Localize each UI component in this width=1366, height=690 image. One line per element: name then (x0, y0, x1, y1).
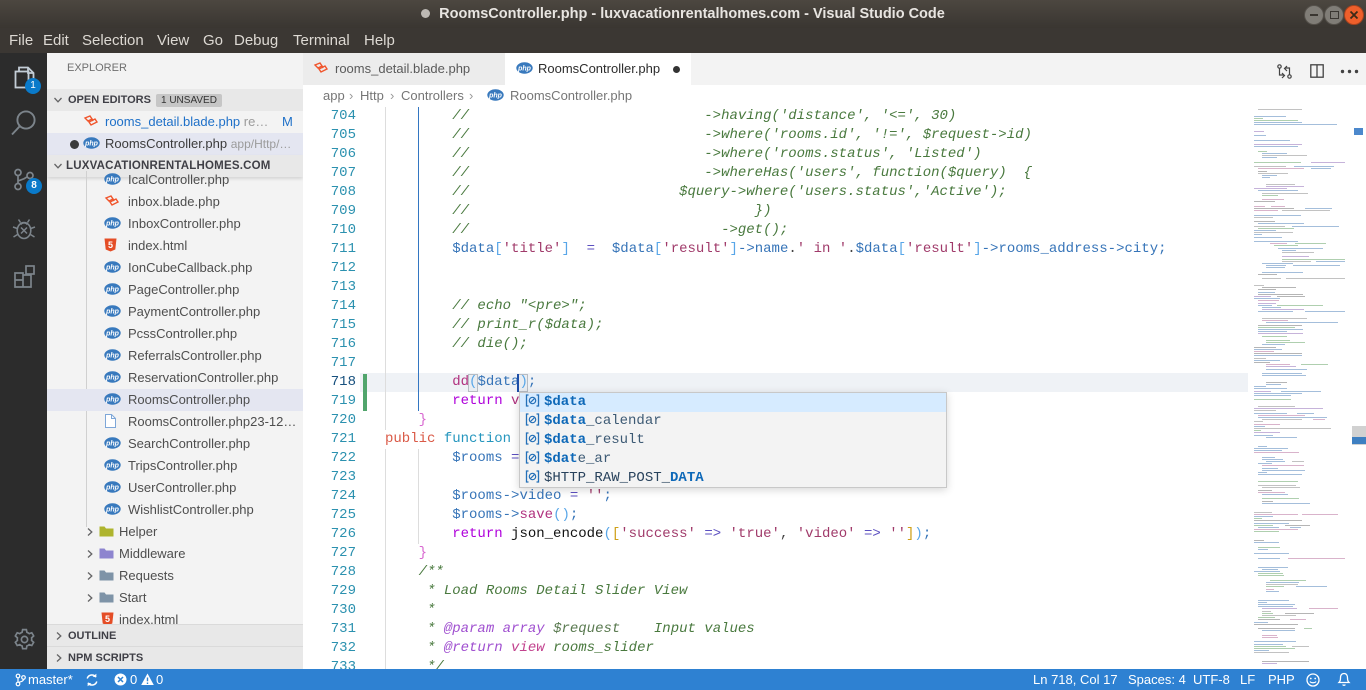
svg-text:php: php (105, 177, 120, 184)
svg-text:php: php (105, 287, 120, 294)
svg-text:php: php (105, 353, 120, 360)
svg-text:php: php (105, 331, 120, 338)
svg-text:5: 5 (108, 240, 113, 250)
svg-text:php: php (105, 463, 120, 470)
svg-text:php: php (105, 397, 120, 404)
svg-text:php: php (105, 441, 120, 448)
svg-text:php: php (488, 93, 503, 100)
svg-text:php: php (105, 265, 120, 272)
svg-text:php: php (105, 485, 120, 492)
svg-text:5: 5 (105, 614, 110, 624)
svg-text:php: php (105, 309, 120, 316)
svg-text:php: php (517, 66, 532, 73)
svg-text:php: php (105, 221, 120, 228)
svg-text:php: php (105, 375, 120, 382)
svg-text:php: php (105, 507, 120, 514)
